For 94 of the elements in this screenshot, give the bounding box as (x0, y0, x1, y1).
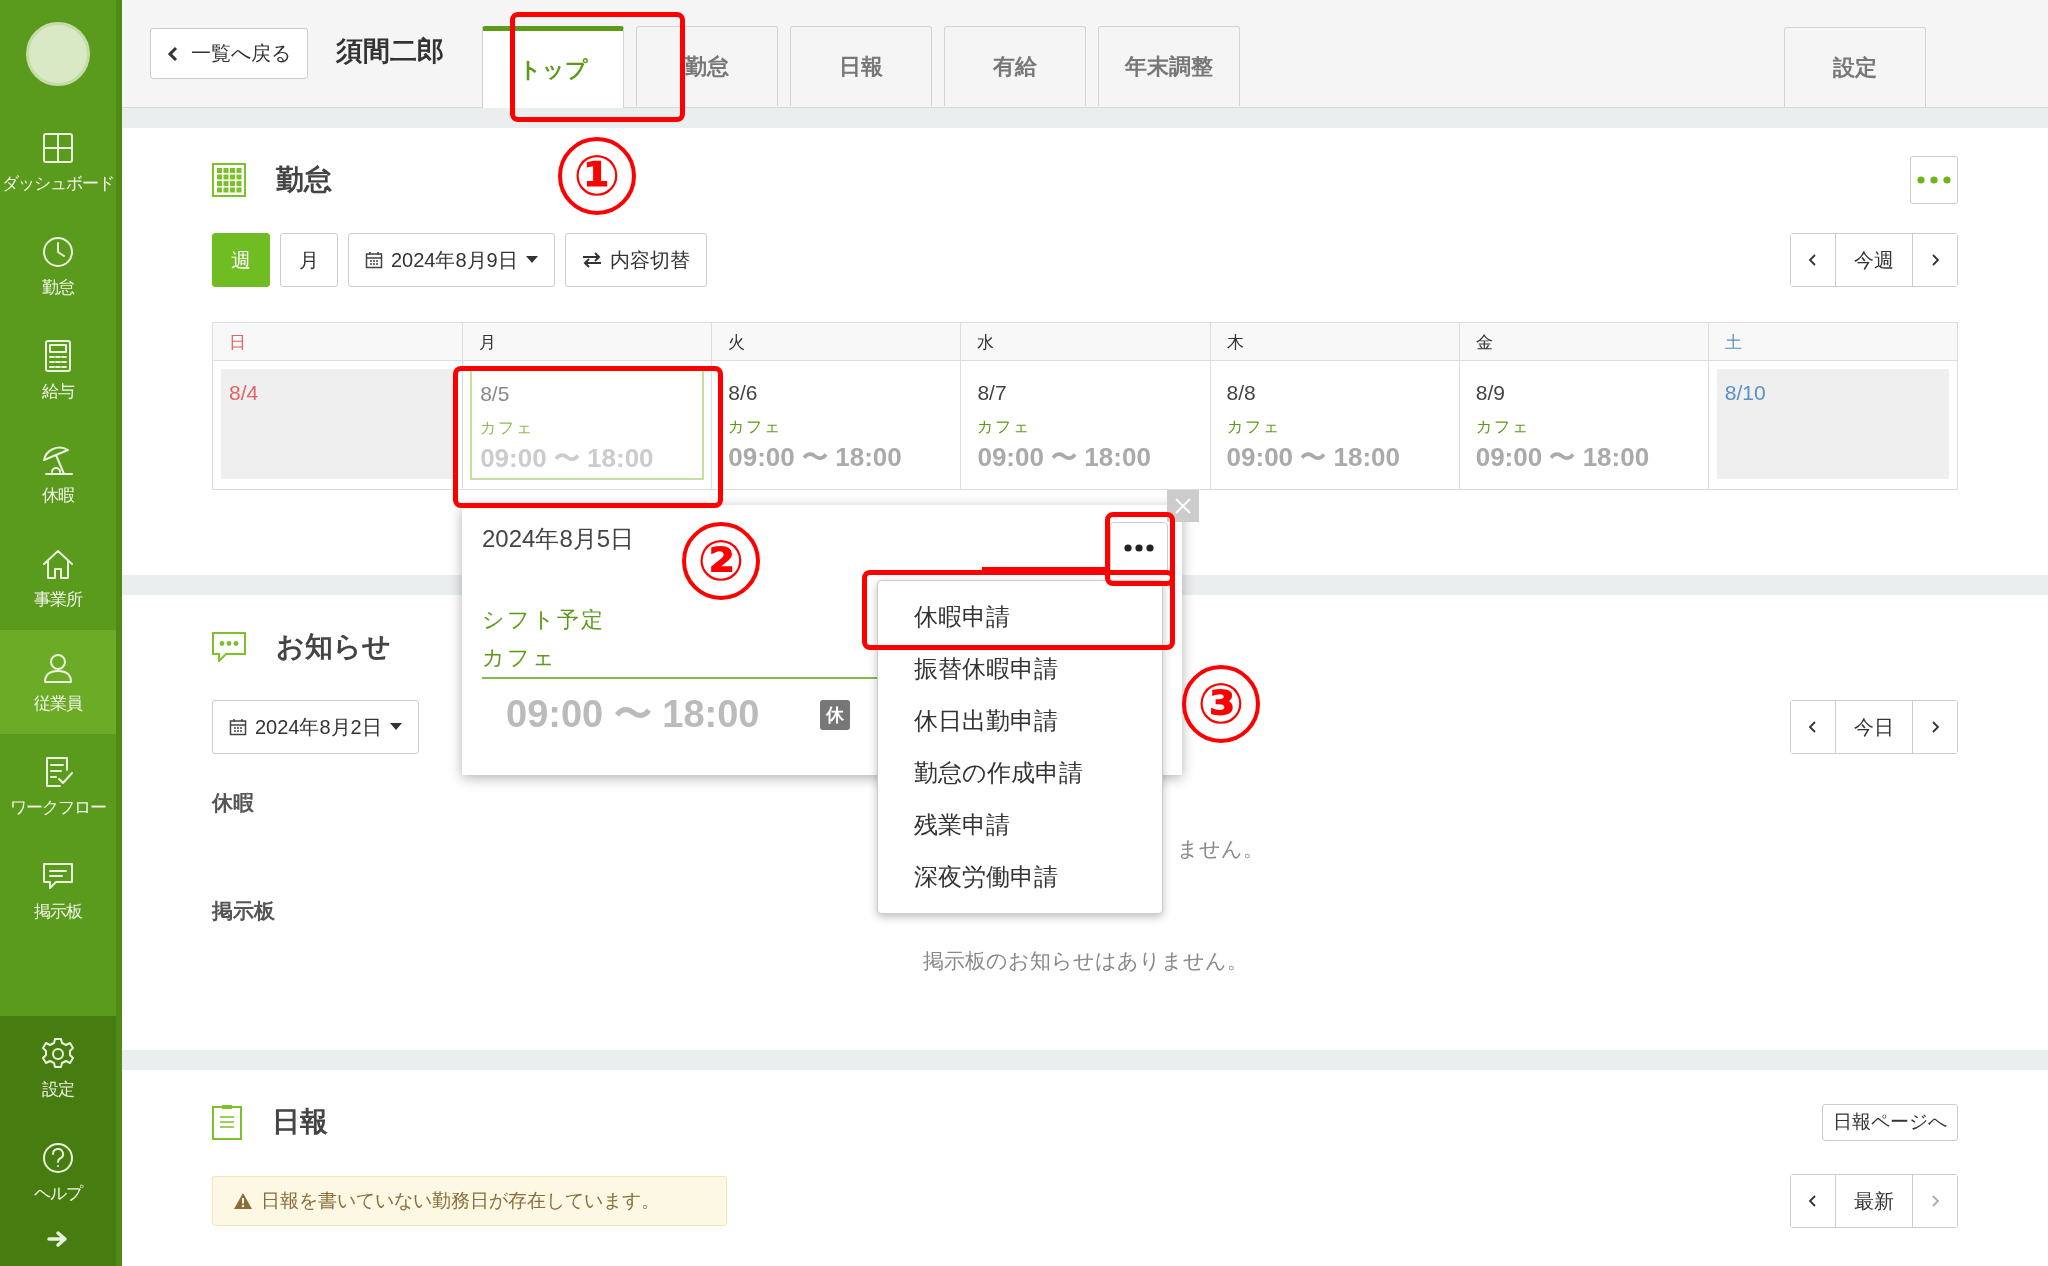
sidebar-item[interactable]: 事業所 (0, 526, 116, 630)
shift-time: 09:00 〜 18:00 (1475, 441, 1651, 474)
weekday-header: 土 (1707, 323, 1957, 361)
chat-icon (212, 632, 246, 662)
caret-down-icon (389, 723, 402, 731)
group-label: 休暇 (212, 790, 255, 816)
dots-icon (1917, 176, 1951, 184)
warning-icon (233, 1192, 253, 1210)
sidebar-item[interactable]: 休暇 (0, 422, 116, 526)
section-title: 日報 (272, 1105, 328, 1139)
weekday-header: 金 (1458, 323, 1708, 361)
menu-item[interactable]: 休日出勤申請 (878, 695, 1162, 747)
shift-name: カフェ (728, 417, 784, 437)
popup-date: 2024年8月5日 (482, 524, 635, 554)
sidebar-item[interactable]: ワークフロー (0, 734, 116, 838)
caret-down-icon (525, 256, 538, 264)
tab[interactable]: トップ (482, 26, 624, 108)
view-button[interactable]: 月 (280, 233, 338, 287)
empty-message: 掲示板のお知らせはありません。 (922, 949, 1248, 972)
sidebar-item[interactable]: 掲示板 (0, 838, 116, 942)
chevron-left-icon (167, 45, 179, 62)
tab[interactable]: 年末調整 (1098, 26, 1240, 106)
warning-text: 日報を書いていない勤務日が存在しています。 (261, 1189, 660, 1213)
close-button[interactable] (1167, 490, 1199, 522)
menu-item[interactable]: 勤怠の作成申請 (878, 747, 1162, 799)
chevron-left-icon (1808, 253, 1818, 267)
sidebar-item[interactable]: 給与 (0, 318, 116, 422)
sidebar-item[interactable]: 勤怠 (0, 214, 116, 318)
step-number: ② (682, 522, 760, 600)
date-picker[interactable]: 2024年8月2日 (212, 700, 419, 754)
arrow-right-icon[interactable] (47, 1230, 69, 1248)
step-number: ③ (1182, 665, 1260, 743)
leave-badge: 休 (819, 699, 850, 730)
section-title: 勤怠 (276, 163, 332, 197)
section-title: お知らせ (276, 630, 391, 664)
day-date: 8/6 (728, 381, 759, 405)
shift-name: カフェ (480, 418, 536, 438)
grid-icon (212, 163, 246, 197)
menu-item[interactable]: 残業申請 (878, 799, 1162, 851)
shift-name: カフェ (1226, 417, 1282, 437)
day-date: 8/4 (229, 381, 260, 405)
shift-name: カフェ (1475, 417, 1531, 437)
document-icon (212, 1104, 242, 1140)
sidebar-item[interactable]: 設定 (0, 1016, 116, 1120)
step-number: ① (558, 137, 636, 215)
close-icon (1174, 497, 1192, 515)
today-button[interactable]: 今週 (1835, 234, 1913, 286)
today-button[interactable]: 最新 (1835, 1175, 1913, 1227)
tab[interactable]: 設定 (1784, 27, 1926, 107)
shift-time: 09:00 〜 18:00 (728, 441, 903, 474)
sidebar-item[interactable]: ダッシュボード (0, 110, 116, 214)
report-page-button[interactable]: 日報ページへ (1822, 1103, 1958, 1141)
tab[interactable]: 有給 (944, 26, 1086, 106)
day-cell[interactable]: 8/7 カフェ 09:00 〜 18:00 (960, 361, 1210, 489)
weekday-header: 日 (213, 323, 463, 361)
tab[interactable]: 日報 (790, 26, 932, 106)
chevron-left-icon (1808, 720, 1818, 734)
shift-time: 09:00 〜 18:00 (977, 441, 1152, 474)
day-date: 8/9 (1475, 381, 1506, 405)
chevron-right-icon (1930, 720, 1940, 734)
shift-name: カフェ (977, 417, 1033, 437)
day-date: 8/8 (1226, 381, 1257, 405)
date-picker[interactable]: 2024年8月9日 (348, 233, 555, 287)
chevron-right-icon (1930, 1194, 1940, 1208)
swap-icon (581, 252, 602, 268)
empty-message: ません。 (1177, 837, 1264, 860)
weekday-header: 木 (1209, 323, 1459, 361)
shift-label: シフト予定 (482, 606, 605, 634)
weekday-header: 水 (960, 323, 1210, 361)
tab[interactable]: 勤怠 (636, 26, 778, 106)
day-date: 8/5 (480, 382, 511, 406)
chevron-right-icon (1930, 253, 1940, 267)
dots-icon (1124, 544, 1154, 552)
employee-name: 須間二郎 (336, 34, 444, 68)
switch-content-button[interactable]: 内容切替 (564, 233, 707, 287)
today-button[interactable]: 今日 (1835, 701, 1913, 753)
calendar-icon (365, 251, 383, 269)
chevron-left-icon (1808, 1194, 1818, 1208)
weekday-header: 火 (711, 323, 961, 361)
menu-item[interactable]: 休暇申請 (878, 591, 1162, 643)
day-date: 8/7 (977, 381, 1008, 405)
day-cell[interactable]: 8/8 カフェ 09:00 〜 18:00 (1209, 361, 1459, 489)
day-cell[interactable]: 8/9 カフェ 09:00 〜 18:00 (1458, 361, 1708, 489)
calendar-icon (229, 718, 247, 736)
shift-time: 09:00 〜 18:00 (1226, 441, 1401, 474)
shift-time: 09:00 〜 18:00 (506, 692, 760, 737)
back-button[interactable]: 一覧へ戻る (150, 28, 308, 79)
weekday-header: 月 (462, 323, 712, 361)
group-label: 掲示板 (212, 898, 276, 924)
day-date: 8/10 (1724, 381, 1767, 405)
sidebar-item[interactable]: ヘルプ (0, 1120, 116, 1224)
day-cell[interactable]: 8/6 カフェ 09:00 〜 18:00 (711, 361, 961, 489)
sidebar-item[interactable]: 従業員 (0, 630, 116, 734)
menu-item[interactable]: 深夜労働申請 (878, 851, 1162, 903)
